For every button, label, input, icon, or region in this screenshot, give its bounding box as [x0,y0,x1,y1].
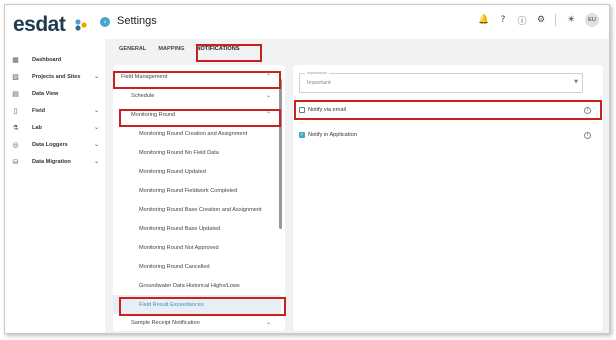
sidebar-item-label: Data Loggers [32,141,68,148]
tree-item-label: Groundwater Data Historical Highs/Lows [139,282,240,289]
topbar: Settings 🔔 ? ⓘ ⚙ ☀ EU [105,5,609,39]
bell-icon[interactable]: 🔔 [476,15,492,25]
info-icon[interactable]: ⓘ [514,14,530,27]
chevron-down-icon[interactable]: ⌄ [266,319,271,326]
chevron-down-icon[interactable]: ⌄ [94,107,99,114]
collapse-sidebar-button[interactable]: ‹ [100,17,110,27]
divider [555,14,556,26]
notification-settings-panel: Importance Important ▼ Notify via email … [293,65,603,331]
sidebar-item-data-view[interactable]: ▤ Data View [5,85,105,102]
sidebar-item-label: Lab [32,124,42,131]
tree-item[interactable]: Monitoring Round Updated [113,162,281,181]
notify-app-label: Notify in Application [308,132,357,138]
notify-app-option[interactable]: ✓ Notify in Application i [299,128,595,142]
tree-item[interactable]: Monitoring Round No Field Data [113,143,281,162]
sidebar-item-label: Dashboard [32,56,62,63]
tree-item-label: Monitoring Round Cancelled [139,263,210,270]
data-migration-icon: ⛁ [12,157,19,166]
importance-select[interactable]: Importance Important ▼ [299,70,583,93]
sidebar-item-label: Field [32,107,46,114]
tree-item[interactable]: Field Management ⌃ [113,67,281,86]
tree-item-label: Monitoring Round Base Updated [139,225,221,232]
chevron-down-icon[interactable]: ⌄ [94,158,99,165]
tree-item-label: Sample Receipt Notification [131,319,200,326]
sidebar-item-lab[interactable]: ⚗ Lab ⌄ [5,119,105,136]
sidebar-item-label: Data View [32,90,59,97]
tree-item[interactable]: Monitoring Round Not Approved [113,238,281,257]
tree-item-label: Field Result Exceedances [139,301,204,308]
avatar[interactable]: EU [585,13,599,27]
tree-item[interactable]: Sample Receipt Notification ⌄ [113,313,281,331]
chevron-up-icon[interactable]: ⌃ [266,111,271,118]
main-content: GENERAL MAPPING NOTIFICATIONS Field Mana… [105,39,609,333]
notification-tree-panel: Field Management ⌃ Schedule ⌄ Monitoring Rou… [113,65,285,331]
tree-item[interactable]: Monitoring Round ⌃ [113,105,281,124]
tree-item-label: Monitoring Round No Field Data [139,149,219,156]
chevron-down-icon[interactable]: ⌄ [266,92,271,99]
sidebar: esdat ▦ Dashboard ▧ Projects and Sites ⌄ ▤ Dat… [5,5,105,333]
notify-app-checkbox[interactable]: ✓ [299,132,305,138]
data-loggers-icon: ◎ [12,140,19,149]
page-title: Settings [117,15,157,27]
tree-item[interactable]: Schedule ⌄ [113,86,281,105]
tree-item[interactable]: Monitoring Round Base Updated [113,219,281,238]
sidebar-item-data-loggers[interactable]: ◎ Data Loggers ⌄ [5,136,105,153]
field-icon: ▯ [13,106,18,115]
theme-toggle-icon[interactable]: ☀ [563,15,579,25]
chevron-down-icon: ▼ [574,79,578,85]
help-icon[interactable]: ? [495,15,511,25]
chevron-down-icon[interactable]: ⌄ [94,73,99,80]
sidebar-item-dashboard[interactable]: ▦ Dashboard [5,51,105,68]
toolbar-icons: 🔔 ? ⓘ ⚙ ☀ EU [473,13,599,27]
tree-item-label: Monitoring Round Creation and Assignment [139,130,248,137]
sidebar-nav: ▦ Dashboard ▧ Projects and Sites ⌄ ▤ Data View… [5,51,105,170]
tab-notifications[interactable]: NOTIFICATIONS [190,41,245,57]
tree-item[interactable]: Field Result Exceedances [113,295,281,314]
notify-email-option[interactable]: Notify via email i [299,103,595,117]
chevron-down-icon[interactable]: ⌄ [94,141,99,148]
tree-item-label: Monitoring Round [131,111,176,118]
tree-item-label: Monitoring Round Updated [139,168,206,175]
tree-item-label: Monitoring Round Not Approved [139,244,219,251]
notify-email-info-icon[interactable]: i [584,106,591,114]
logo: esdat [13,13,66,37]
dashboard-icon: ▦ [12,55,19,64]
tree-item-label: Monitoring Round Fieldwork Completed [139,187,238,194]
tab-mapping[interactable]: MAPPING [152,41,190,57]
sidebar-item-label: Data Migration [32,158,71,165]
projects-icon: ▧ [12,72,19,81]
chevron-up-icon[interactable]: ⌃ [266,73,271,80]
sidebar-item-field[interactable]: ▯ Field ⌄ [5,102,105,119]
importance-label: Importance [305,70,330,75]
tree-item[interactable]: Monitoring Round Base Creation and Assig… [113,200,281,219]
tree-item[interactable]: Monitoring Round Creation and Assignment [113,124,281,143]
notify-email-checkbox[interactable] [299,107,305,113]
tree-item[interactable]: Monitoring Round Fieldwork Completed [113,181,281,200]
gear-icon[interactable]: ⚙ [533,15,549,25]
tree-item-label: Schedule [131,92,155,99]
chevron-down-icon[interactable]: ⌄ [94,124,99,131]
notify-email-label: Notify via email [308,107,346,113]
tree-item[interactable]: Monitoring Round Cancelled [113,257,281,276]
app-window: esdat ▦ Dashboard ▧ Projects and Sites ⌄ ▤ Dat… [4,4,610,334]
tab-general[interactable]: GENERAL [113,41,152,57]
data-view-icon: ▤ [12,89,19,98]
sidebar-item-label: Projects and Sites [32,73,81,80]
lab-icon: ⚗ [12,123,19,132]
logo-text: esdat [13,13,66,36]
sidebar-item-projects-and-sites[interactable]: ▧ Projects and Sites ⌄ [5,68,105,85]
sidebar-item-data-migration[interactable]: ⛁ Data Migration ⌄ [5,153,105,170]
logo-mark-icon [75,19,87,31]
importance-value: Important [307,80,331,86]
settings-tabs: GENERAL MAPPING NOTIFICATIONS [113,41,246,57]
notify-app-info-icon[interactable]: i [584,131,591,139]
tree-item[interactable]: Groundwater Data Historical Highs/Lows [113,276,281,295]
tree-item-label: Field Management [121,73,168,80]
tree-item-label: Monitoring Round Base Creation and Assig… [139,206,262,213]
tree-scrollbar[interactable] [279,79,282,229]
